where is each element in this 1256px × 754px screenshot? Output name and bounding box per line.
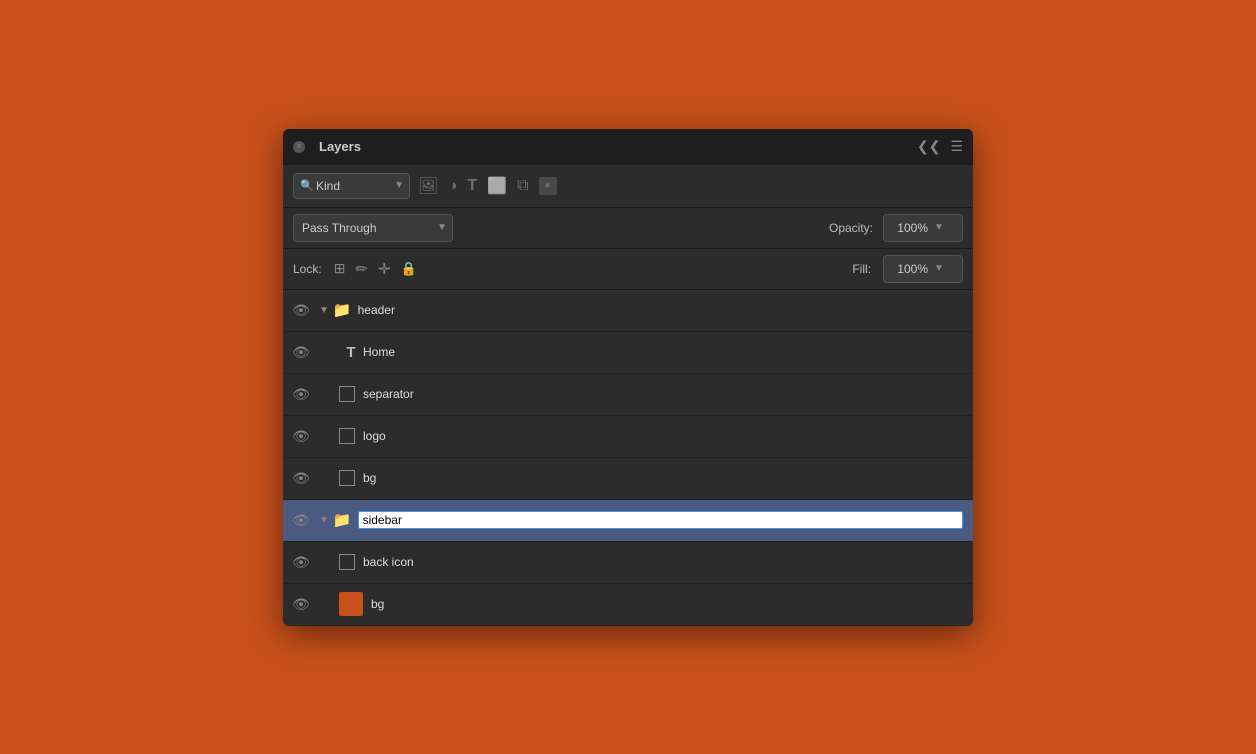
type-filter-icon[interactable]: T	[467, 177, 477, 195]
opacity-arrow-icon[interactable]: ▼	[934, 222, 949, 233]
lock-position-icon[interactable]: ✛	[378, 260, 391, 278]
layer-name: header	[358, 303, 963, 317]
layer-row[interactable]: 👁 bg	[283, 458, 973, 500]
layer-name: separator	[363, 387, 963, 401]
title-bar-left: × Layers	[293, 139, 361, 154]
visibility-toggle[interactable]: 👁	[283, 512, 319, 529]
layer-name: logo	[363, 429, 963, 443]
layer-name: back icon	[363, 555, 963, 569]
eye-icon: 👁	[292, 470, 310, 487]
layers-list: 👁 ▼ 📁 header 👁 T Home 👁 separator	[283, 290, 973, 626]
fill-label: Fill:	[852, 262, 871, 276]
visibility-toggle[interactable]: 👁	[283, 386, 319, 403]
eye-icon: 👁	[292, 302, 310, 319]
shape-filter-icon[interactable]: ⬜	[487, 176, 507, 196]
opacity-label: Opacity:	[829, 221, 873, 235]
eye-icon: 👁	[292, 596, 310, 613]
smart-filter-icon[interactable]: ⧉	[517, 177, 528, 195]
layer-name: bg	[371, 597, 963, 611]
panel-title: Layers	[319, 139, 361, 154]
kind-select[interactable]: Kind Name Effect Mode Attribute Color Sm…	[293, 173, 410, 199]
close-button[interactable]: ×	[293, 141, 305, 153]
eye-icon: 👁	[292, 428, 310, 445]
filter-icons: 🖼 ◑ T ⬜ ⧉ ▪	[418, 176, 557, 196]
visibility-toggle[interactable]: 👁	[283, 344, 319, 361]
eye-icon: 👁	[292, 554, 310, 571]
layer-row[interactable]: 👁 ▼ 📁 header	[283, 290, 973, 332]
folder-icon: 📁	[333, 301, 352, 319]
expand-arrow-icon[interactable]: ▼	[319, 305, 329, 316]
lock-row: Lock: ⊞ ✏ ✛ 🔒 Fill: ▼	[283, 249, 973, 290]
lock-image-icon[interactable]: ✏	[355, 260, 368, 278]
kind-select-wrapper: 🔍 Kind Name Effect Mode Attribute Color …	[293, 173, 410, 199]
shape-layer-icon	[339, 470, 355, 486]
eye-icon: 👁	[292, 344, 310, 361]
fill-arrow-icon[interactable]: ▼	[934, 263, 949, 274]
fill-input[interactable]	[884, 262, 934, 276]
expand-arrow-icon[interactable]: ▼	[319, 515, 329, 526]
layer-name: Home	[363, 345, 963, 359]
layer-row[interactable]: 👁 back icon	[283, 542, 973, 584]
opacity-input[interactable]	[884, 221, 934, 235]
shape-layer-icon	[339, 428, 355, 444]
lock-all-icon[interactable]: 🔒	[401, 261, 417, 277]
layers-panel: × Layers ❮❮ ☰ 🔍 Kind Name Effect Mode At…	[283, 129, 973, 626]
fill-input-wrapper: ▼	[883, 255, 963, 283]
opacity-input-wrapper: ▼	[883, 214, 963, 242]
layer-row[interactable]: 👁 T Home	[283, 332, 973, 374]
lock-label: Lock:	[293, 262, 322, 276]
image-filter-icon[interactable]: 🖼	[418, 176, 438, 196]
shape-layer-icon	[339, 554, 355, 570]
panel-collapse-button[interactable]: ❮❮ ☰	[917, 138, 963, 155]
menu-icon[interactable]: ☰	[950, 138, 963, 155]
blend-opacity-row: Pass Through Normal Dissolve Darken Mult…	[283, 208, 973, 249]
visibility-toggle[interactable]: 👁	[283, 302, 319, 319]
eye-icon: 👁	[292, 386, 310, 403]
layer-name: bg	[363, 471, 963, 485]
title-bar: × Layers ❮❮ ☰	[283, 129, 973, 165]
eye-icon: 👁	[292, 512, 310, 529]
visibility-toggle[interactable]: 👁	[283, 554, 319, 571]
layer-row[interactable]: 👁 separator	[283, 374, 973, 416]
shape-layer-icon	[339, 386, 355, 402]
layer-name-editing[interactable]: sidebar	[358, 511, 963, 529]
layer-row[interactable]: 👁 logo	[283, 416, 973, 458]
filter-bar: 🔍 Kind Name Effect Mode Attribute Color …	[283, 165, 973, 208]
visibility-toggle[interactable]: 👁	[283, 596, 319, 613]
visibility-toggle[interactable]: 👁	[283, 470, 319, 487]
layer-row[interactable]: 👁 bg	[283, 584, 973, 626]
layer-row[interactable]: 👁 ▼ 📁 sidebar	[283, 500, 973, 542]
lock-icons: ⊞ ✏ ✛ 🔒	[334, 260, 417, 278]
text-layer-icon: T	[339, 344, 363, 361]
blend-mode-select[interactable]: Pass Through Normal Dissolve Darken Mult…	[293, 214, 453, 242]
adjustment-filter-icon[interactable]: ◑	[448, 177, 457, 194]
layer-thumbnail	[339, 592, 363, 616]
pixel-filter-icon[interactable]: ▪	[539, 177, 557, 195]
visibility-toggle[interactable]: 👁	[283, 428, 319, 445]
folder-icon: 📁	[333, 511, 352, 529]
lock-pixels-icon[interactable]: ⊞	[334, 260, 346, 277]
collapse-icon: ❮❮	[917, 138, 940, 155]
blend-select-wrapper: Pass Through Normal Dissolve Darken Mult…	[293, 214, 453, 242]
